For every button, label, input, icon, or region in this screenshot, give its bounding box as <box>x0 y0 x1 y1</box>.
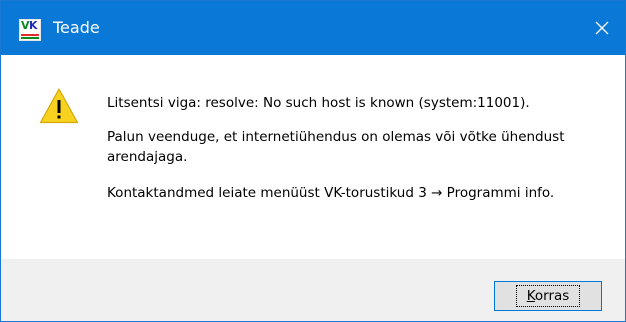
error-message: Litsentsi viga: resolve: No such host is… <box>107 95 530 111</box>
ok-button[interactable]: Korras <box>494 281 602 311</box>
window-title: Teade <box>53 18 100 37</box>
close-icon <box>595 21 609 35</box>
vk-app-icon: VK <box>19 19 41 41</box>
instruction-message: Palun veenduge, et internetiühendus on o… <box>107 129 565 165</box>
ok-button-label: Korras <box>515 285 581 307</box>
warning-icon <box>39 88 79 124</box>
button-bar: Korras <box>1 259 625 321</box>
message-dialog: VK Teade Litsentsi viga: resolve: No suc… <box>0 0 626 322</box>
message-text: Litsentsi viga: resolve: No such host is… <box>107 93 597 217</box>
close-button[interactable] <box>579 1 625 55</box>
contact-message: Kontaktandmed leiate menüüst VK-torustik… <box>107 185 555 201</box>
title-bar: VK Teade <box>1 1 625 55</box>
